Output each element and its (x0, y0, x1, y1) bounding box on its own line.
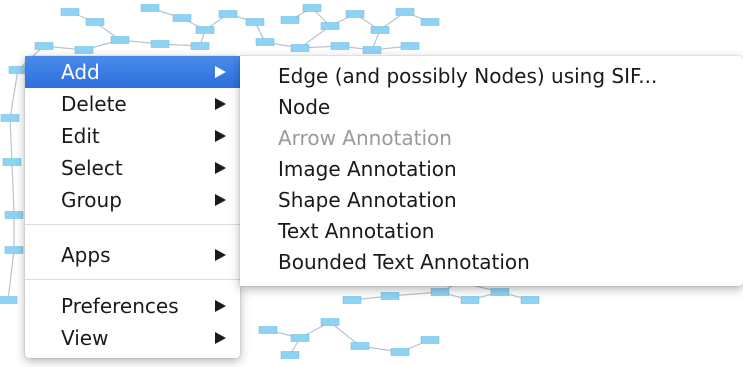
menu-item-view[interactable]: View (25, 322, 240, 354)
graph-node (245, 18, 265, 26)
submenu-item-shape-annotation[interactable]: Shape Annotation (240, 184, 743, 216)
submenu-arrow-icon (215, 66, 226, 78)
menu-item-label: View (61, 326, 109, 350)
graph-node (400, 42, 420, 50)
submenu-item-label: Shape Annotation (278, 188, 457, 212)
graph-node (140, 4, 160, 12)
menu-item-delete[interactable]: Delete (25, 88, 240, 120)
graph-node (34, 42, 54, 50)
graph-node (150, 40, 170, 48)
menu-item-label: Apps (61, 243, 111, 267)
graph-edge (9, 117, 13, 163)
graph-node (370, 26, 390, 34)
menu-item-label: Add (61, 60, 100, 84)
submenu-arrow-icon (215, 162, 226, 174)
graph-node (350, 342, 370, 350)
graph-node (258, 326, 278, 334)
graph-edge (11, 161, 15, 216)
graph-node (4, 246, 24, 254)
submenu-arrow-icon (215, 249, 226, 261)
menu-item-label: Select (61, 156, 123, 180)
graph-node (85, 18, 105, 26)
graph-node (460, 296, 480, 304)
graph-node (342, 296, 362, 304)
graph-node (2, 158, 22, 166)
submenu-item-label: Arrow Annotation (278, 126, 452, 150)
graph-node (362, 46, 382, 54)
graph-node (330, 42, 350, 50)
graph-node (0, 296, 18, 304)
graph-node (395, 8, 415, 16)
graph-node (490, 288, 510, 296)
graph-node (74, 46, 94, 54)
submenu-item-label: Text Annotation (278, 219, 435, 243)
graph-node (302, 4, 322, 12)
menu-item-label: Edit (61, 124, 100, 148)
menu-separator (25, 224, 240, 225)
graph-edge (7, 249, 15, 301)
submenu-arrow-icon (215, 300, 226, 312)
graph-node (380, 292, 400, 300)
graph-node (280, 351, 300, 359)
submenu-item-text-annotation[interactable]: Text Annotation (240, 215, 743, 247)
menu-separator (25, 279, 240, 280)
menu-item-apps[interactable]: Apps (25, 239, 240, 271)
graph-edge (9, 69, 19, 119)
graph-node (420, 336, 440, 344)
menu-item-group[interactable]: Group (25, 184, 240, 216)
graph-node (430, 288, 450, 296)
graph-node (0, 114, 20, 122)
submenu-item-image-annotation[interactable]: Image Annotation (240, 153, 743, 185)
add-submenu: Edge (and possibly Nodes) using SIF... N… (240, 56, 743, 286)
submenu-item-node[interactable]: Node (240, 91, 743, 123)
menu-item-label: Delete (61, 92, 127, 116)
submenu-item-bounded-text-annotation[interactable]: Bounded Text Annotation (240, 246, 743, 278)
submenu-item-label: Bounded Text Annotation (278, 250, 530, 274)
graph-node (110, 36, 130, 44)
graph-node (320, 318, 340, 326)
menu-item-add[interactable]: Add (25, 56, 240, 88)
graph-node (290, 334, 310, 342)
graph-node (255, 38, 275, 46)
context-menu: Add Delete Edit Select Group Apps Prefer… (25, 56, 240, 358)
graph-node (4, 211, 24, 219)
submenu-item-label: Edge (and possibly Nodes) using SIF... (278, 64, 658, 88)
graph-node (290, 44, 310, 52)
menu-item-preferences[interactable]: Preferences (25, 290, 240, 322)
graph-node (218, 10, 238, 18)
graph-node (420, 18, 440, 26)
submenu-item-label: Node (278, 95, 331, 119)
graph-node (520, 296, 540, 304)
submenu-arrow-icon (215, 130, 226, 142)
graph-node (60, 8, 80, 16)
graph-node (190, 42, 210, 50)
graph-node (195, 26, 215, 34)
submenu-arrow-icon (215, 332, 226, 344)
submenu-arrow-icon (215, 194, 226, 206)
submenu-item-arrow-annotation: Arrow Annotation (240, 122, 743, 154)
menu-item-edit[interactable]: Edit (25, 120, 240, 152)
menu-item-select[interactable]: Select (25, 152, 240, 184)
graph-node (345, 10, 365, 18)
submenu-item-label: Image Annotation (278, 157, 457, 181)
submenu-item-edge-sif[interactable]: Edge (and possibly Nodes) using SIF... (240, 60, 743, 92)
menu-item-label: Preferences (61, 294, 179, 318)
submenu-arrow-icon (215, 98, 226, 110)
graph-node (280, 16, 300, 24)
graph-node (390, 348, 410, 356)
graph-node (172, 14, 192, 22)
menu-item-label: Group (61, 188, 122, 212)
graph-node (320, 22, 340, 30)
